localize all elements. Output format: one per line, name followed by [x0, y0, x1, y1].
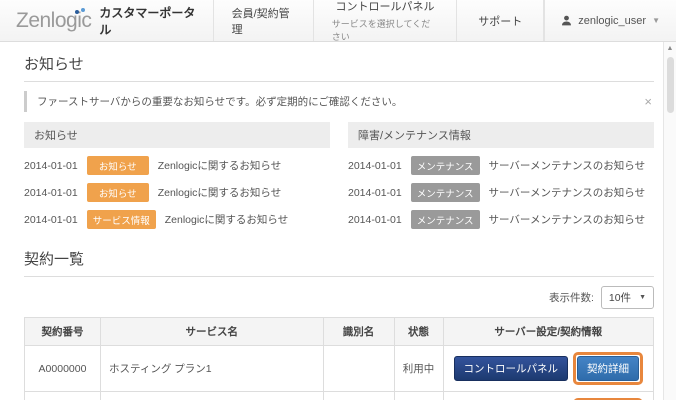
status-badge: メンテナンス [410, 183, 480, 202]
important-notice-alert: ファーストサーバからの重要なお知らせです。必ず定期的にご確認ください。 × [24, 91, 654, 112]
notice-date: 2014-01-01 [348, 159, 402, 172]
status-badge: サービス情報 [86, 210, 156, 229]
list-item[interactable]: 2014-01-01 お知らせ Zenlogicに関するお知らせ [24, 183, 330, 202]
col-status: 状態 [393, 317, 444, 346]
contracts-table: 契約番号 サービス名 識別名 状態 サーバー設定/契約情報 A0000000 ホ… [24, 317, 654, 400]
table-row: A0000000 ホスティング DNSゾーン数変更 利用中 コントロールパネル … [24, 391, 654, 400]
scroll-up-icon[interactable]: ▲ [667, 44, 674, 54]
user-name: zenlogic_user [578, 14, 647, 27]
nav-control-panel[interactable]: コントロールパネル サービスを選択してください [312, 0, 456, 42]
nav-support[interactable]: サポート [456, 0, 545, 41]
logo-dots-icon [75, 7, 86, 14]
col-identifier: 識別名 [322, 317, 395, 346]
notice-title: Zenlogicに関するお知らせ [157, 187, 282, 199]
contract-number: A0000000 [24, 345, 101, 392]
col-contract-number: 契約番号 [24, 317, 101, 346]
main-content: お知らせ ファーストサーバからの重要なお知らせです。必ず定期的にご確認ください。… [0, 42, 663, 400]
chevron-down-icon: ▼ [652, 16, 660, 25]
list-item[interactable]: 2014-01-01 メンテナンス サーバーメンテナンスのお知らせ [348, 183, 654, 202]
service-name: ホスティング プラン1 [100, 345, 324, 392]
close-icon[interactable]: × [642, 94, 654, 109]
list-item[interactable]: 2014-01-01 メンテナンス サーバーメンテナンスのお知らせ [348, 210, 654, 229]
table-row: A0000000 ホスティング プラン1 利用中 コントロールパネル 契約詳細 [24, 345, 654, 392]
notice-date: 2014-01-01 [24, 186, 78, 199]
divider [24, 81, 654, 82]
notice-date: 2014-01-01 [24, 213, 78, 226]
highlight-outline: 契約詳細 [573, 352, 643, 385]
control-panel-button[interactable]: コントロールパネル [453, 356, 568, 381]
status-badge: お知らせ [86, 183, 149, 202]
news-section-title: お知らせ [24, 56, 84, 73]
main-nav: 会員/契約管理 コントロールパネル サービスを選択してください サポート [212, 0, 545, 42]
zenlogic-logo[interactable]: Zenlogic カスタマーポータル [0, 0, 213, 41]
notice-title: Zenlogicに関するお知らせ [157, 160, 282, 172]
scrollbar-thumb[interactable] [666, 57, 674, 113]
per-page-label: 表示件数: [548, 292, 594, 304]
user-menu[interactable]: zenlogic_user ▼ [544, 0, 676, 41]
contract-detail-button[interactable]: 契約詳細 [577, 356, 639, 381]
portal-title: カスタマーポータル [99, 5, 196, 37]
contracts-section-title: 契約一覧 [24, 251, 85, 268]
news-column-heading: お知らせ [24, 122, 330, 148]
list-item[interactable]: 2014-01-01 メンテナンス サーバーメンテナンスのお知らせ [348, 156, 654, 175]
notice-date: 2014-01-01 [348, 186, 402, 199]
nav-member-contract[interactable]: 会員/契約管理 [212, 0, 313, 41]
top-header: Zenlogic カスタマーポータル 会員/契約管理 コントロールパネル サービ… [0, 0, 676, 42]
divider [24, 276, 654, 277]
maintenance-column: 障害/メンテナンス情報 2014-01-01 メンテナンス サーバーメンテナンス… [348, 122, 654, 237]
contract-number: A0000000 [24, 391, 101, 400]
status-badge: メンテナンス [410, 210, 480, 229]
chevron-down-icon: ▼ [639, 294, 646, 301]
service-name: ホスティング DNSゾーン数変更 [100, 391, 324, 400]
alert-message: ファーストサーバからの重要なお知らせです。必ず定期的にご確認ください。 [24, 91, 642, 112]
list-item[interactable]: 2014-01-01 お知らせ Zenlogicに関するお知らせ [24, 156, 330, 175]
maintenance-column-heading: 障害/メンテナンス情報 [348, 122, 654, 148]
identifier [322, 391, 395, 400]
col-server-settings: サーバー設定/契約情報 [442, 317, 654, 346]
notice-date: 2014-01-01 [24, 159, 78, 172]
list-item[interactable]: 2014-01-01 サービス情報 Zenlogicに関するお知らせ [24, 210, 330, 229]
notice-date: 2014-01-01 [348, 213, 402, 226]
identifier [322, 345, 395, 392]
status-badge: お知らせ [86, 156, 149, 175]
status: 利用中 [393, 391, 444, 400]
status-badge: メンテナンス [410, 156, 480, 175]
user-icon [561, 15, 572, 26]
table-header-row: 契約番号 サービス名 識別名 状態 サーバー設定/契約情報 [24, 317, 654, 346]
notice-title: サーバーメンテナンスのお知らせ [488, 214, 646, 226]
notice-title: Zenlogicに関するお知らせ [164, 214, 289, 226]
status: 利用中 [393, 345, 444, 392]
logo-text: Zenlogic [16, 7, 92, 32]
notice-title: サーバーメンテナンスのお知らせ [488, 160, 646, 172]
vertical-scrollbar[interactable]: ▲ [663, 42, 676, 400]
per-page-select[interactable]: 10件 ▼ [600, 286, 654, 309]
col-service-name: サービス名 [100, 317, 324, 346]
news-column: お知らせ 2014-01-01 お知らせ Zenlogicに関するお知らせ 20… [24, 122, 330, 237]
notice-title: サーバーメンテナンスのお知らせ [488, 187, 646, 199]
